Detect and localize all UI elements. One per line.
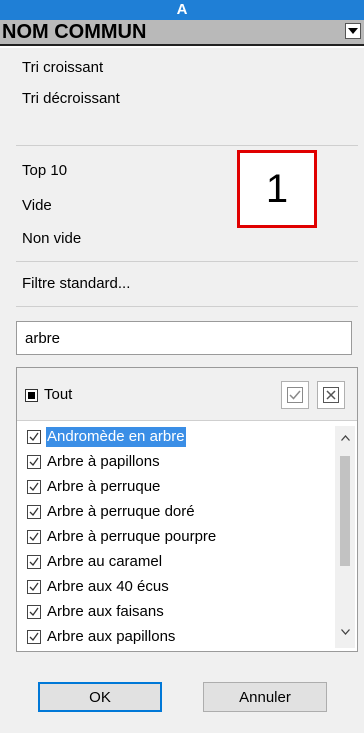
checkmark-icon — [29, 557, 39, 567]
field-name: NOM COMMUN — [2, 21, 147, 43]
item-checkbox[interactable] — [27, 430, 41, 444]
item-label: Andromède en arbre — [46, 427, 186, 447]
item-label: Arbre à perruque pourpre — [47, 528, 217, 545]
sort-descending[interactable]: Tri décroissant — [22, 89, 120, 109]
item-checkbox[interactable] — [27, 455, 41, 469]
item-label: Arbre aux papillons — [47, 628, 176, 645]
checkmark-icon — [29, 507, 39, 517]
item-checkbox[interactable] — [27, 630, 41, 644]
item-checkbox[interactable] — [27, 580, 41, 594]
ok-button[interactable]: OK — [38, 682, 162, 712]
uncheck-all-icon — [323, 387, 339, 403]
value-list: Andromède en arbre Arbre à papillons Arb… — [17, 426, 357, 651]
filter-standard[interactable]: Filtre standard... — [22, 274, 130, 294]
filter-top10[interactable]: Top 10 — [22, 161, 67, 181]
item-checkbox[interactable] — [27, 555, 41, 569]
checkmark-icon — [29, 632, 39, 642]
checkmark-icon — [29, 482, 39, 492]
column-header[interactable]: A — [0, 0, 364, 20]
select-all-checkbox[interactable] — [25, 389, 38, 402]
scroll-up-icon[interactable] — [341, 435, 350, 441]
checkmark-icon — [29, 582, 39, 592]
select-all-row: Tout — [17, 368, 357, 421]
scroll-down-icon[interactable] — [341, 629, 350, 635]
item-checkbox[interactable] — [27, 605, 41, 619]
dropdown-button[interactable] — [345, 23, 361, 39]
separator — [16, 306, 358, 307]
item-checkbox[interactable] — [27, 505, 41, 519]
filter-not-empty[interactable]: Non vide — [22, 229, 81, 249]
uncheck-all-button[interactable] — [317, 381, 345, 409]
checkmark-icon — [29, 432, 39, 442]
select-all-label[interactable]: Tout — [44, 386, 72, 403]
value-list-box: Tout Andromède en arbre Arbre à papillon… — [16, 367, 358, 652]
annotation-callout: 1 — [237, 150, 317, 228]
separator — [16, 261, 358, 262]
item-label: Arbre aux faisans — [47, 603, 164, 620]
checkmark-icon — [29, 457, 39, 467]
filter-empty[interactable]: Vide — [22, 196, 52, 216]
item-label: Arbre au caramel — [47, 553, 163, 570]
item-label: Arbre à perruque doré — [47, 503, 195, 520]
item-label: Arbre à perruque — [47, 478, 161, 495]
checkmark-icon — [29, 607, 39, 617]
search-input[interactable] — [16, 321, 352, 355]
item-label: Arbre aux 40 écus — [47, 578, 169, 595]
vertical-scrollbar[interactable] — [335, 426, 355, 648]
checkmark-icon — [29, 532, 39, 542]
field-header: NOM COMMUN — [0, 20, 364, 46]
cancel-button[interactable]: Annuler — [203, 682, 327, 712]
chevron-down-icon — [348, 28, 358, 34]
item-label: Arbre à papillons — [47, 453, 160, 470]
separator — [16, 145, 358, 146]
sort-ascending[interactable]: Tri croissant — [22, 58, 103, 78]
scrollbar-thumb[interactable] — [340, 456, 350, 566]
item-checkbox[interactable] — [27, 530, 41, 544]
check-all-button[interactable] — [281, 381, 309, 409]
item-checkbox[interactable] — [27, 480, 41, 494]
check-all-icon — [287, 387, 303, 403]
